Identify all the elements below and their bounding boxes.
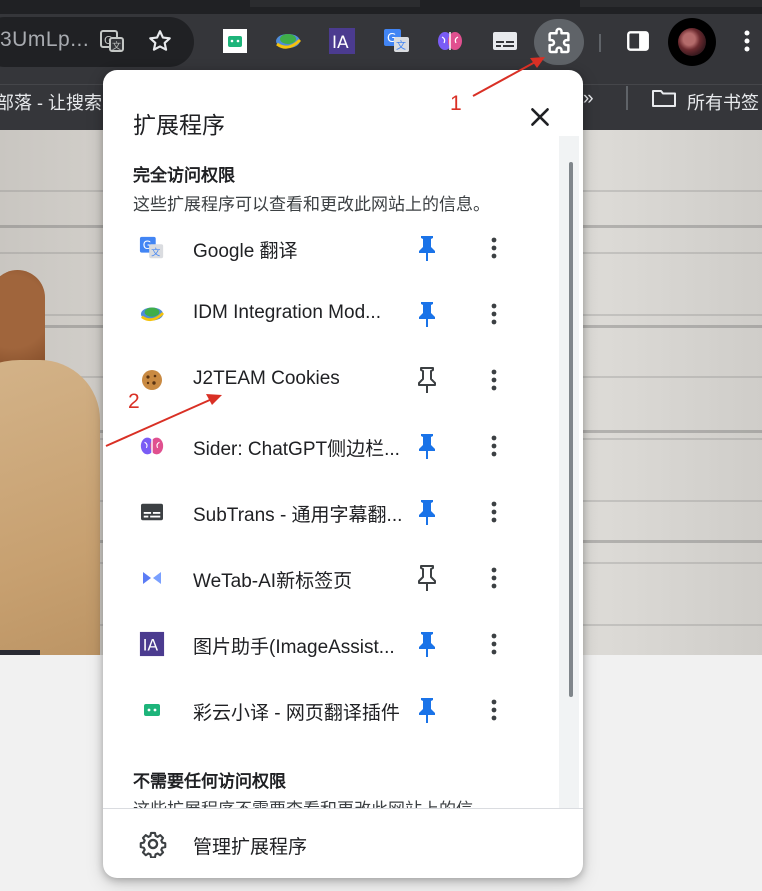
svg-text:IA: IA — [332, 33, 349, 53]
extensions-popup: 扩展程序 完全访问权限 这些扩展程序可以查看和更改此网站上的信息。 G 文 Goog… — [103, 70, 583, 878]
cookie-icon — [139, 367, 165, 393]
svg-text:文: 文 — [396, 39, 406, 52]
extension-name: 图片助手(ImageAssist... — [193, 637, 395, 658]
pinned-icon[interactable] — [416, 696, 438, 724]
url-text: 3UmLp... — [0, 28, 90, 51]
extension-name: Sider: ChatGPT侧边栏... — [193, 439, 400, 460]
more-options-icon[interactable] — [487, 366, 501, 394]
manage-extensions-button[interactable]: 管理扩展程序 — [103, 810, 583, 878]
extension-name: WeTab-AI新标签页 — [193, 571, 353, 592]
side-panel-icon[interactable] — [623, 26, 653, 56]
caiyun-icon — [139, 697, 165, 723]
folder-icon — [652, 90, 676, 107]
more-options-icon[interactable] — [487, 234, 501, 262]
gear-icon — [139, 831, 167, 858]
extension-name: 彩云小译 - 网页翻译插件 — [193, 703, 400, 724]
google-translate-toolbar-icon[interactable]: G文 — [382, 26, 412, 56]
more-options-icon[interactable] — [487, 630, 501, 658]
browser-menu-icon[interactable] — [732, 26, 762, 56]
extension-row[interactable]: G 文 Google 翻译 — [103, 215, 559, 281]
extension-row[interactable]: WeTab-AI新标签页 — [103, 545, 559, 611]
extension-row[interactable]: IDM Integration Mod... — [103, 281, 559, 347]
idm-icon — [139, 301, 165, 327]
sider-brain-icon — [139, 433, 165, 459]
profile-avatar[interactable] — [668, 18, 716, 66]
pinned-icon[interactable] — [416, 432, 438, 460]
image-assistant-icon: IA — [139, 631, 165, 657]
more-options-icon[interactable] — [487, 696, 501, 724]
bookmarks-overflow-button[interactable]: » — [583, 88, 594, 110]
subtitle-icon — [139, 499, 165, 525]
no-access-heading: 不需要任何访问权限 — [133, 772, 286, 791]
puzzle-icon[interactable] — [544, 27, 574, 57]
more-options-icon[interactable] — [487, 498, 501, 526]
pinned-icon[interactable] — [416, 300, 438, 328]
bookmark-item[interactable]: 部落 - 让搜索更 — [0, 89, 120, 115]
image-assistant-toolbar-icon[interactable]: IA — [327, 26, 357, 56]
google-translate-icon: G文 — [139, 235, 165, 261]
extension-row[interactable]: 彩云小译 - 网页翻译插件 — [103, 677, 559, 743]
manage-extensions-label: 管理扩展程序 — [193, 837, 308, 858]
caiyun-toolbar-icon[interactable] — [220, 26, 250, 56]
full-access-heading: 完全访问权限 — [133, 166, 235, 185]
pinned-icon[interactable] — [416, 630, 438, 658]
extension-row[interactable]: Sider: ChatGPT侧边栏... — [103, 413, 559, 479]
more-options-icon[interactable] — [487, 564, 501, 592]
idm-toolbar-icon[interactable] — [273, 26, 303, 56]
svg-text:文: 文 — [151, 246, 160, 258]
pinned-icon[interactable] — [416, 234, 438, 262]
extension-row[interactable]: IA 图片助手(ImageAssist... — [103, 611, 559, 677]
extension-row[interactable]: SubTrans - 通用字幕翻... — [103, 479, 559, 545]
full-access-description: 这些扩展程序可以查看和更改此网站上的信息。 — [133, 195, 490, 214]
svg-text:IA: IA — [143, 636, 159, 655]
extension-row[interactable]: J2TEAM Cookies — [103, 347, 559, 413]
annotation-label-2: 2 — [128, 390, 140, 413]
scrollbar-thumb[interactable] — [569, 162, 573, 697]
footer-divider — [103, 808, 583, 809]
no-access-description: 这些扩展程序不需要查看和更改此网站上的信 — [133, 795, 473, 808]
sider-toolbar-icon[interactable] — [435, 26, 465, 56]
more-options-icon[interactable] — [487, 300, 501, 328]
wetab-icon — [139, 565, 165, 591]
svg-text:文: 文 — [112, 40, 121, 52]
extension-name: SubTrans - 通用字幕翻... — [193, 505, 403, 526]
toolbar-divider — [599, 34, 601, 52]
extension-name: Google 翻译 — [193, 241, 298, 262]
bookmark-star-icon[interactable] — [145, 26, 175, 56]
close-icon[interactable] — [527, 104, 553, 130]
popup-title: 扩展程序 — [133, 112, 225, 138]
pinned-icon[interactable] — [416, 498, 438, 526]
annotation-label-1: 1 — [450, 92, 462, 115]
screenshot-root: 3UmLp... G文 IA G文 部落 - 让搜索更 » 所有书签 扩展程序 … — [0, 0, 762, 891]
all-bookmarks-link[interactable]: 所有书签 — [687, 89, 759, 115]
translate-page-icon[interactable]: G文 — [97, 26, 127, 56]
more-options-icon[interactable] — [487, 432, 501, 460]
unpinned-icon[interactable] — [416, 564, 438, 592]
unpinned-icon[interactable] — [416, 366, 438, 394]
subtrans-toolbar-icon[interactable] — [490, 26, 520, 56]
extension-name: J2TEAM Cookies — [193, 368, 340, 389]
bookmarks-divider — [626, 86, 628, 110]
extension-name: IDM Integration Mod... — [193, 302, 381, 323]
